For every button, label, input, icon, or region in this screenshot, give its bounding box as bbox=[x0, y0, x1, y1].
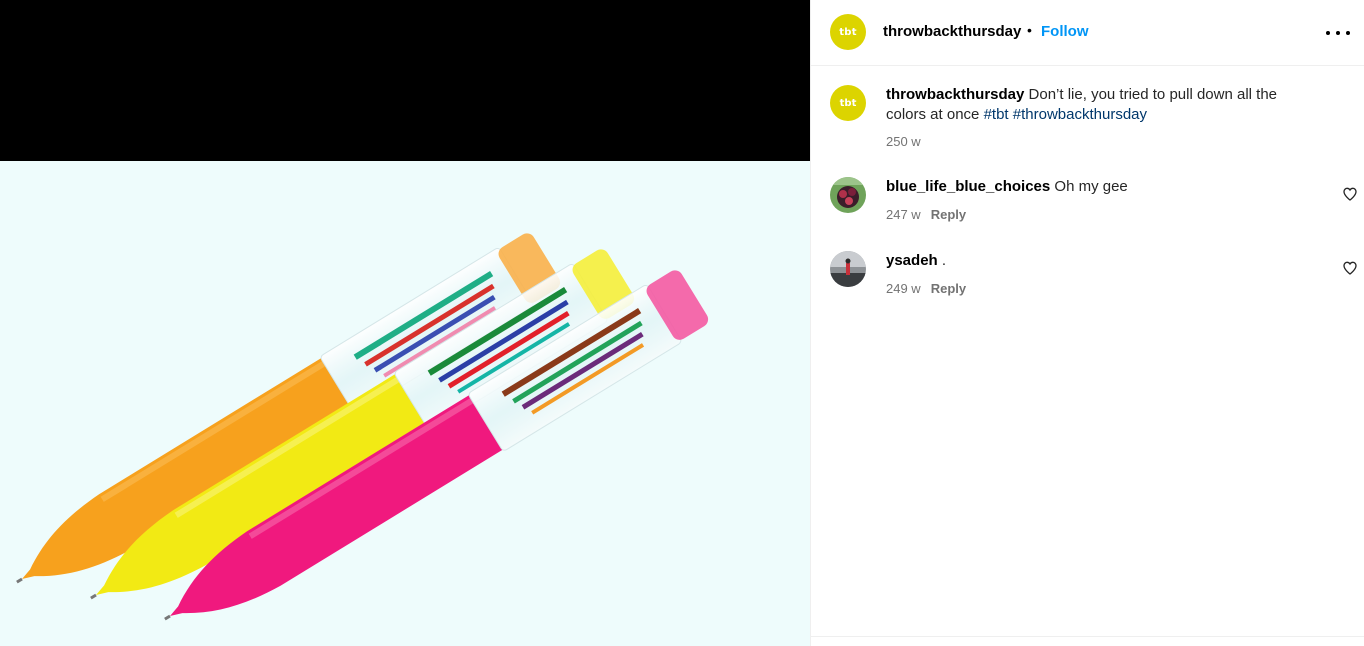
comment-meta: 247 w Reply bbox=[886, 207, 966, 222]
heart-icon[interactable] bbox=[1342, 260, 1358, 276]
yellow-pen bbox=[90, 249, 635, 600]
comment-text: blue_life_blue_choices Oh my gee bbox=[886, 177, 1296, 197]
comment-timestamp[interactable]: 247 w bbox=[886, 207, 921, 222]
hashtag-link[interactable]: #tbt bbox=[984, 106, 1009, 123]
follow-button[interactable]: Follow bbox=[1041, 23, 1089, 40]
post-media bbox=[0, 0, 810, 646]
comment-username[interactable]: blue_life_blue_choices bbox=[886, 178, 1050, 195]
comment-body: Oh my gee bbox=[1050, 178, 1128, 195]
post-side-panel: tbt throwbackthursday • Follow tbt throw… bbox=[810, 0, 1364, 646]
avatar-text: tbt bbox=[839, 97, 857, 109]
more-options-icon[interactable] bbox=[1326, 24, 1350, 42]
avatar-text: tbt bbox=[839, 26, 857, 38]
pens-illustration bbox=[16, 233, 709, 621]
post-header: tbt throwbackthursday • Follow bbox=[811, 0, 1364, 66]
commenter-avatar[interactable] bbox=[830, 251, 866, 287]
caption-meta: 250 w bbox=[886, 134, 921, 149]
caption-username[interactable]: throwbackthursday bbox=[886, 86, 1024, 103]
hashtag-link[interactable]: #throwbackthursday bbox=[1013, 106, 1147, 123]
comment-username[interactable]: ysadeh bbox=[886, 252, 938, 269]
heart-icon[interactable] bbox=[1342, 186, 1358, 202]
comment-timestamp[interactable]: 249 w bbox=[886, 281, 921, 296]
commenter-avatar[interactable] bbox=[830, 177, 866, 213]
comment-text: ysadeh . bbox=[886, 251, 1296, 271]
caption-timestamp[interactable]: 250 w bbox=[886, 134, 921, 149]
reply-button[interactable]: Reply bbox=[931, 207, 966, 222]
reply-button[interactable]: Reply bbox=[931, 281, 966, 296]
comment-meta: 249 w Reply bbox=[886, 281, 966, 296]
separator-dot: • bbox=[1027, 22, 1032, 38]
caption-text: throwbackthursday Don’t lie, you tried t… bbox=[886, 85, 1296, 125]
author-avatar[interactable]: tbt bbox=[830, 14, 866, 50]
divider bbox=[811, 636, 1364, 637]
post-image-multicolor-pens[interactable] bbox=[0, 161, 810, 646]
author-username[interactable]: throwbackthursday bbox=[883, 23, 1021, 40]
avatar-image bbox=[830, 177, 866, 213]
caption-author-avatar[interactable]: tbt bbox=[830, 85, 866, 121]
comment-body: . bbox=[937, 252, 947, 269]
avatar-image bbox=[830, 251, 866, 287]
